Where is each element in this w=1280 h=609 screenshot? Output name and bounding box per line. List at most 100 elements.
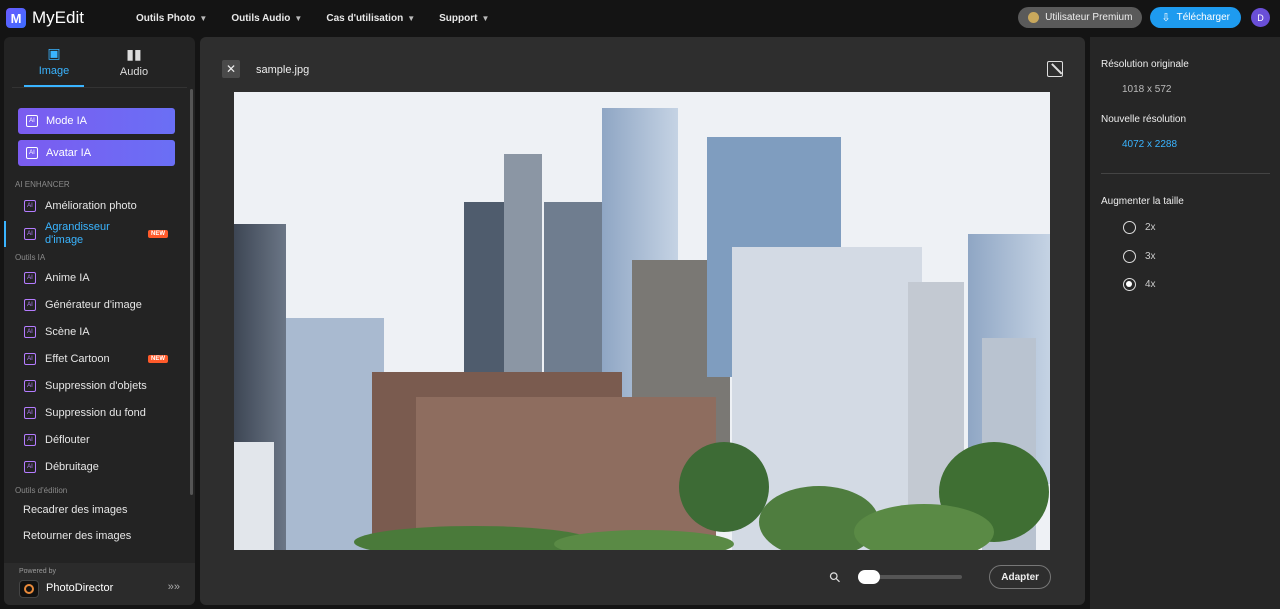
ai-icon: AI (24, 200, 36, 212)
ai-icon: AI (24, 434, 36, 446)
header-actions: Utilisateur Premium ⇩ Télécharger D (1018, 7, 1270, 28)
premium-button[interactable]: Utilisateur Premium (1018, 7, 1143, 28)
zoom-slider-handle[interactable] (858, 570, 881, 584)
powered-by-panel[interactable]: Powered by PhotoDirector »» (4, 563, 195, 605)
radio-icon (1123, 278, 1136, 291)
upscale-label: Augmenter la taille (1101, 196, 1184, 207)
nav-label: Support (439, 12, 478, 24)
sidebar-item-generateur-image[interactable]: AI Générateur d'image (24, 292, 195, 318)
chevron-down-icon: ▼ (294, 13, 303, 23)
close-icon: ✕ (225, 62, 237, 76)
sidebar-item-label: Débruitage (45, 461, 99, 473)
sidebar-item-agrandisseur[interactable]: AI Agrandisseur d'image NEW (4, 219, 195, 249)
settings-panel: Résolution originale 1018 x 572 Nouvelle… (1090, 37, 1280, 609)
divider (1101, 173, 1270, 174)
sidebar-item-label: Générateur d'image (45, 299, 142, 311)
divider (12, 87, 187, 88)
ai-icon: AI (24, 299, 36, 311)
original-resolution-label: Résolution originale (1101, 59, 1189, 70)
sidebar-item-effet-cartoon[interactable]: AI Effet Cartoon NEW (24, 346, 195, 372)
sidebar-item-label: Amélioration photo (45, 200, 137, 212)
download-label: Télécharger (1176, 12, 1230, 23)
zoom-icon[interactable]: ⚲ (825, 567, 844, 586)
sidebar-item-debruitage[interactable]: AI Débruitage (24, 454, 195, 480)
file-name: sample.jpg (256, 64, 310, 76)
compare-icon[interactable] (1047, 61, 1063, 77)
powered-by-label: Powered by (19, 568, 56, 575)
nav-label: Cas d'utilisation (326, 12, 404, 24)
chevron-down-icon: ▼ (199, 13, 208, 23)
city-photo (234, 92, 1050, 550)
radio-3x[interactable]: 3x (1123, 250, 1156, 263)
new-badge: NEW (148, 230, 168, 238)
sidebar-item-anime-ia[interactable]: AI Anime IA (24, 265, 195, 291)
sidebar: ▣ Image ▮▮ Audio AI Mode IA AI Avatar IA AI … (4, 37, 195, 605)
radio-label: 2x (1145, 222, 1156, 233)
chevron-down-icon: ▼ (481, 13, 490, 23)
section-outils-edition: Outils d'édition (15, 486, 68, 495)
tab-label: Image (38, 65, 70, 77)
nav-label: Outils Audio (231, 12, 291, 24)
download-button[interactable]: ⇩ Télécharger (1150, 7, 1241, 28)
ai-icon: AI (26, 147, 38, 159)
editor-area: ✕ sample.jpg ⚲ Adapter (200, 37, 1085, 605)
ai-icon: AI (24, 326, 36, 338)
ai-icon: AI (24, 272, 36, 284)
double-chevron-right-icon: »» (167, 581, 180, 593)
app-name: MyEdit (32, 8, 84, 27)
zoom-slider[interactable] (858, 570, 963, 584)
original-resolution-value: 1018 x 572 (1122, 84, 1172, 95)
sidebar-item-label: Suppression d'objets (45, 380, 147, 392)
nav-support[interactable]: Support ▼ (439, 13, 489, 24)
new-badge: NEW (148, 355, 168, 363)
logo[interactable]: M MyEdit (6, 8, 84, 28)
new-resolution-value: 4072 x 2288 (1122, 139, 1178, 150)
new-resolution-label: Nouvelle résolution (1101, 114, 1187, 125)
powered-name: PhotoDirector (46, 582, 114, 594)
sidebar-item-recadrer[interactable]: Recadrer des images (23, 497, 195, 523)
close-button[interactable]: ✕ (222, 60, 240, 78)
nav-label: Outils Photo (135, 12, 196, 24)
sidebar-item-suppression-fond[interactable]: AI Suppression du fond (24, 400, 195, 426)
nav-outils-photo[interactable]: Outils Photo ▼ (136, 13, 207, 24)
radio-label: 3x (1145, 251, 1156, 262)
mode-ia-button[interactable]: AI Mode IA (18, 108, 175, 134)
tab-audio[interactable]: ▮▮ Audio (104, 37, 164, 87)
sidebar-item-label: Effet Cartoon (45, 353, 110, 365)
section-ai-enhancer: AI ENHANCER (15, 180, 70, 189)
sidebar-item-label: Suppression du fond (45, 407, 146, 419)
logo-icon: M (6, 8, 26, 28)
sidebar-item-label: Anime IA (45, 272, 90, 284)
mode-label: Avatar IA (46, 147, 92, 159)
sidebar-item-label: Agrandisseur d'image (45, 221, 110, 246)
sidebar-item-retourner[interactable]: Retourner des images (23, 523, 195, 549)
top-bar: M MyEdit Outils Photo ▼ Outils Audio ▼ Cas… (0, 0, 1280, 36)
avatar[interactable]: D (1251, 8, 1270, 27)
radio-2x[interactable]: 2x (1123, 221, 1156, 234)
download-icon: ⇩ (1161, 12, 1171, 24)
nav-outils-audio[interactable]: Outils Audio ▼ (231, 13, 302, 24)
image-icon: ▣ (47, 45, 61, 61)
ai-icon: AI (24, 380, 36, 392)
ai-icon: AI (24, 407, 36, 419)
ai-icon: AI (24, 461, 36, 473)
zoom-controls: ⚲ Adapter (825, 565, 1052, 589)
fit-button[interactable]: Adapter (989, 565, 1052, 589)
tab-label: Audio (119, 66, 149, 78)
sidebar-item-suppression-objets[interactable]: AI Suppression d'objets (24, 373, 195, 399)
chevron-down-icon: ▼ (407, 13, 416, 23)
sidebar-item-label: Déflouter (45, 434, 90, 446)
photodirector-icon (19, 580, 39, 598)
radio-icon (1123, 221, 1136, 234)
sidebar-item-amelioration-photo[interactable]: AI Amélioration photo (24, 193, 195, 219)
avatar-ia-button[interactable]: AI Avatar IA (18, 140, 175, 166)
sidebar-scrollbar[interactable] (190, 89, 193, 495)
radio-4x[interactable]: 4x (1123, 278, 1156, 291)
waveform-icon: ▮▮ (126, 46, 142, 62)
nav-cas-utilisation[interactable]: Cas d'utilisation ▼ (326, 13, 415, 24)
ai-icon: AI (24, 228, 36, 240)
sidebar-item-deflouter[interactable]: AI Déflouter (24, 427, 195, 453)
main-nav: Outils Photo ▼ Outils Audio ▼ Cas d'utilis… (136, 13, 513, 24)
sidebar-item-scene-ia[interactable]: AI Scène IA (24, 319, 195, 345)
tab-image[interactable]: ▣ Image (24, 37, 84, 87)
